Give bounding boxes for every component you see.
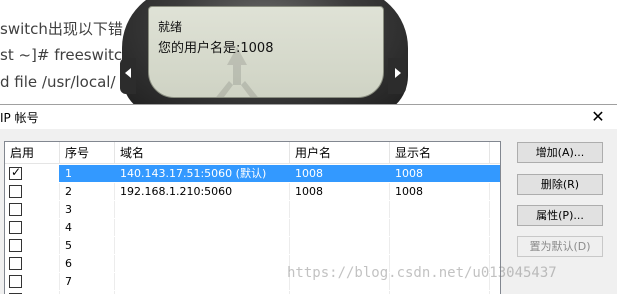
column-header-number[interactable]: 序号 (60, 142, 115, 164)
table-row[interactable]: 3 (5, 201, 500, 218)
row-number: 7 (60, 273, 115, 290)
row-number: 3 (60, 201, 115, 218)
check-icon: ✓ (11, 165, 22, 179)
background-text-line-1: switch出现以下错 (0, 20, 123, 38)
row-username (290, 201, 390, 218)
phone-status-text: 就绪 (158, 20, 183, 34)
phone-lcd-screen: 就绪 您的用户名是:1008 (148, 6, 384, 98)
column-header-domain[interactable]: 域名 (115, 142, 290, 164)
close-icon[interactable]: ✕ (586, 106, 610, 128)
row-domain (115, 255, 290, 272)
row-display-name (390, 219, 490, 236)
enabled-checkbox[interactable]: ✓ (9, 165, 22, 180)
row-display-name: 1008 (390, 165, 490, 182)
row-number: 1 (60, 165, 115, 182)
dialog-titlebar[interactable]: IP 帐号 ✕ (0, 105, 617, 129)
row-domain (115, 273, 290, 290)
row-display-name (390, 237, 490, 254)
enabled-checkbox[interactable] (9, 275, 22, 288)
column-header-display-name[interactable]: 显示名 (390, 142, 490, 164)
enabled-checkbox[interactable] (9, 257, 22, 270)
column-header-username[interactable]: 用户名 (290, 142, 390, 164)
row-domain: 192.168.1.210:5060 (115, 183, 290, 200)
row-username (290, 237, 390, 254)
table-row[interactable]: 5 (5, 237, 500, 254)
table-row[interactable]: ✓ 1 140.143.17.51:5060 (默认) 1008 1008 (5, 165, 500, 182)
arrow-right-icon (395, 68, 401, 78)
arrow-left-icon (125, 68, 131, 78)
enabled-checkbox[interactable] (9, 203, 22, 216)
row-username: 1008 (290, 165, 390, 182)
row-number: 6 (60, 255, 115, 272)
delete-button[interactable]: 删除(R) (517, 174, 603, 195)
add-button[interactable]: 增加(A)... (517, 142, 603, 163)
row-domain (115, 201, 290, 218)
background-text-line-3: d file /usr/local/ (0, 73, 116, 91)
account-list-header: 启用 序号 域名 用户名 显示名 (5, 142, 500, 164)
row-username: 1008 (290, 183, 390, 200)
watermark-text: https://blog.csdn.net/u013045437 (287, 265, 557, 281)
row-domain (115, 237, 290, 254)
phone-username-text: 您的用户名是:1008 (158, 41, 274, 56)
table-row[interactable]: 4 (5, 219, 500, 236)
enabled-checkbox[interactable] (9, 185, 22, 198)
set-default-button[interactable]: 置为默认(D) (517, 236, 603, 257)
row-domain: 140.143.17.51:5060 (默认) (115, 165, 290, 182)
row-domain (115, 219, 290, 236)
row-number: 2 (60, 183, 115, 200)
properties-button[interactable]: 属性(P)... (517, 205, 603, 226)
row-number: 5 (60, 237, 115, 254)
enabled-checkbox[interactable] (9, 221, 22, 234)
row-username (290, 219, 390, 236)
column-header-enabled[interactable]: 启用 (5, 142, 60, 164)
row-display-name (390, 201, 490, 218)
dialog-title: IP 帐号 (0, 111, 39, 125)
enabled-checkbox[interactable] (9, 239, 22, 252)
row-display-name: 1008 (390, 183, 490, 200)
background-text-line-2: st ~]# freeswitc (0, 46, 123, 64)
row-number: 4 (60, 219, 115, 236)
table-row[interactable]: 2 192.168.1.210:5060 1008 1008 (5, 183, 500, 200)
